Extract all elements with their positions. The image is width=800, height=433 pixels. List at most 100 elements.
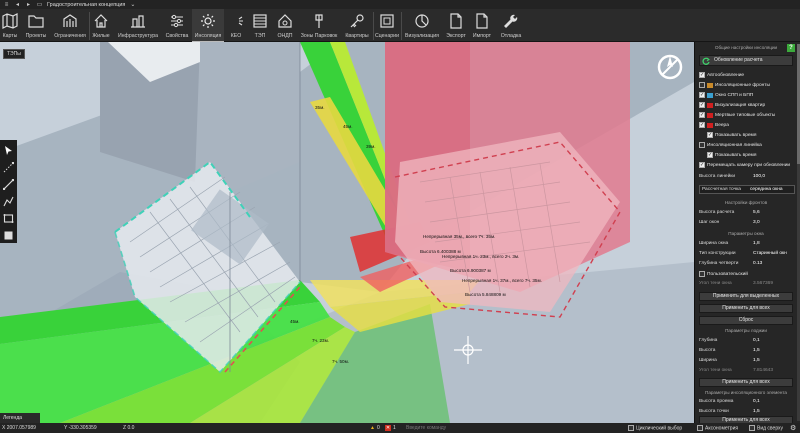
window-width-input[interactable]: 1,8 [753,241,760,246]
calc-height-input[interactable]: 5,6 [753,210,760,215]
crosshair-cursor-icon [452,334,484,366]
toolbar-button-projects[interactable]: Проекты [22,9,50,42]
point-height-input[interactable]: 1,5 [753,409,760,414]
checkbox-insolation-fronts[interactable]: Инсоляционные фронты [699,81,770,89]
checkbox-checked[interactable]: ✓ [699,102,705,108]
ray-time-label: 39м. [366,144,376,149]
checkbox-unchecked[interactable] [628,425,634,431]
checkbox-insolation-ruler[interactable]: Инсоляционная линейка [699,141,762,149]
compass-icon[interactable] [655,52,685,82]
ruler-height-input[interactable]: 100,0 [753,174,765,179]
help-icon[interactable]: ? [787,44,795,52]
checkbox-spp-window[interactable]: ✓ Окно СПП и БПП [699,91,753,99]
checkbox-checked[interactable]: ✓ [707,152,713,158]
checkbox-checked[interactable]: ✓ [699,72,705,78]
ray-time-label: 35м. [315,105,325,110]
polyline-tool-icon[interactable] [2,195,15,208]
chevron-down-icon[interactable]: ⌄ [129,2,136,8]
area-tool-icon[interactable] [2,229,15,242]
checkbox-checked[interactable]: ✓ [699,122,705,128]
error-count: 1 [393,425,396,431]
checkbox-checked[interactable]: ✓ [699,162,705,168]
checkbox-checked[interactable]: ✓ [699,112,705,118]
loggia-height-input[interactable]: 1,5 [753,348,760,353]
toolbar-button-tep[interactable]: ТЭП [250,9,270,42]
toolbar-button-export[interactable]: Экспорт [444,9,468,42]
apply-selected-button[interactable]: Применить для выделенных [699,292,793,301]
insolation-label: Высота 6.900387 м [450,268,491,273]
map-icon [0,11,20,31]
error-icon[interactable]: ✕ [385,425,391,431]
toolbar-button-maps[interactable]: Карты [0,9,20,42]
toolbar-button-scenarios[interactable]: Сценарии [374,9,400,42]
apply-all-loggia-button[interactable]: Применить для всех [699,378,793,387]
checkbox-fans[interactable]: ✓ Веера [699,121,729,129]
checkbox-unchecked[interactable] [699,142,705,148]
parking-icon [309,11,329,31]
status-bar: X 2007.057989 Y -330.305359 Z 0.0 ▲ 0 ✕ … [0,423,800,433]
apply-all-button[interactable]: Применить для всех [699,304,793,313]
calc-point-select[interactable]: Рассчетная точка середина окна [699,185,795,194]
checkbox-show-time[interactable]: ✓ Показывать время [707,131,756,139]
rectangle-tool-icon[interactable] [2,212,15,225]
settings-gear-icon[interactable]: ⚙ [790,424,796,432]
point-tool-icon[interactable] [2,161,15,174]
select-cursor-icon[interactable] [2,144,15,157]
quarter-depth-input[interactable]: 0.13 [753,261,762,266]
checkbox-unchecked[interactable] [749,425,755,431]
update-calculation-button[interactable]: Обновление расчета [699,55,793,66]
reset-button[interactable]: Сброс [699,316,793,325]
back-icon[interactable]: ◂ [14,2,21,8]
toolbar-button-residential[interactable]: Жилые [90,9,112,42]
line-tool-icon[interactable] [2,178,15,191]
cyclic-select-toggle[interactable]: Циклический выбор [628,425,682,431]
command-input[interactable]: Введите команду [406,425,446,431]
toolbar-button-apartments[interactable]: Квартиры [342,9,372,42]
toolbar-button-restrictions[interactable]: Ограничения [52,9,88,42]
loggia-depth-row: Глубина 0,1 [699,338,760,343]
checkbox-apartment-visualization[interactable]: ✓ Визуализация квартир [699,101,765,109]
warning-icon[interactable]: ▲ [370,425,375,431]
toolbar-button-parking[interactable]: Зоны Парковок [298,9,340,42]
toolbar-button-insolation[interactable]: Инсоляция [192,9,224,42]
loggia-depth-input[interactable]: 0,1 [753,338,760,343]
checkbox-unchecked[interactable] [699,271,705,277]
legend-tab[interactable]: Легенда [0,413,40,423]
loggia-width-input[interactable]: 1,5 [753,358,760,363]
shade-angle-value: 3.567369 [753,281,774,286]
coordinate-z: Z 0.0 [123,425,135,431]
loggia-shade-angle-row: Угол тени окна 7.814643 [699,368,774,373]
checkbox-ruler-show-time[interactable]: ✓ Показывать время [707,151,756,159]
toolbar-button-keo[interactable]: КЕО [226,9,246,42]
checkbox-dead-objects[interactable]: ✓ Мертвые типовые объекты [699,111,775,119]
warning-count: 0 [377,425,380,431]
checkbox-unchecked[interactable] [697,425,703,431]
checkbox-custom[interactable]: Пользовательский [699,270,748,278]
toolbar-button-import[interactable]: Импорт [470,9,494,42]
toolbar-button-visualization[interactable]: Визуализация [402,9,442,42]
forward-icon[interactable]: ▸ [25,2,32,8]
insolation-label: Непрерывная 35м., всего 7ч. 35м. [423,234,496,239]
top-view-toggle[interactable]: Вид сверху [749,425,783,431]
color-swatch [707,112,713,118]
checkbox-autoupdate[interactable]: ✓ Автообновление [699,71,744,79]
document-icon: ▭ [36,1,43,8]
opening-height-input[interactable]: 0,1 [753,399,760,404]
toolbar-button-debug[interactable]: Отладка [497,9,525,42]
menu-icon[interactable]: ≡ [3,2,10,8]
toolbar-button-properties[interactable]: Свойства [163,9,191,42]
opening-height-row: Высота проема 0,1 [699,399,760,404]
checkbox-checked[interactable]: ✓ [699,92,705,98]
table-icon [250,11,270,31]
import-icon [472,11,492,31]
construction-type-select[interactable]: Старинный окн [753,251,787,256]
toolbar-button-infrastructure[interactable]: Инфраструктура [114,9,162,42]
window-step-input[interactable]: 3,0 [753,220,760,225]
checkbox-unchecked[interactable] [699,82,705,88]
axonometry-toggle[interactable]: Аксонометрия [697,425,738,431]
toolbar-button-ondp[interactable]: ОНДП [274,9,296,42]
checkbox-checked[interactable]: ✓ [707,132,713,138]
3d-viewport[interactable]: Непрерывная 35м., всего 7ч. 35м. Высота … [0,42,694,423]
title-bar: ≡ ◂ ▸ ▭ Градостроительная концепция ⌄ [0,0,800,9]
checkbox-move-camera[interactable]: ✓ Перемещать камеру при обновлении [699,161,790,169]
